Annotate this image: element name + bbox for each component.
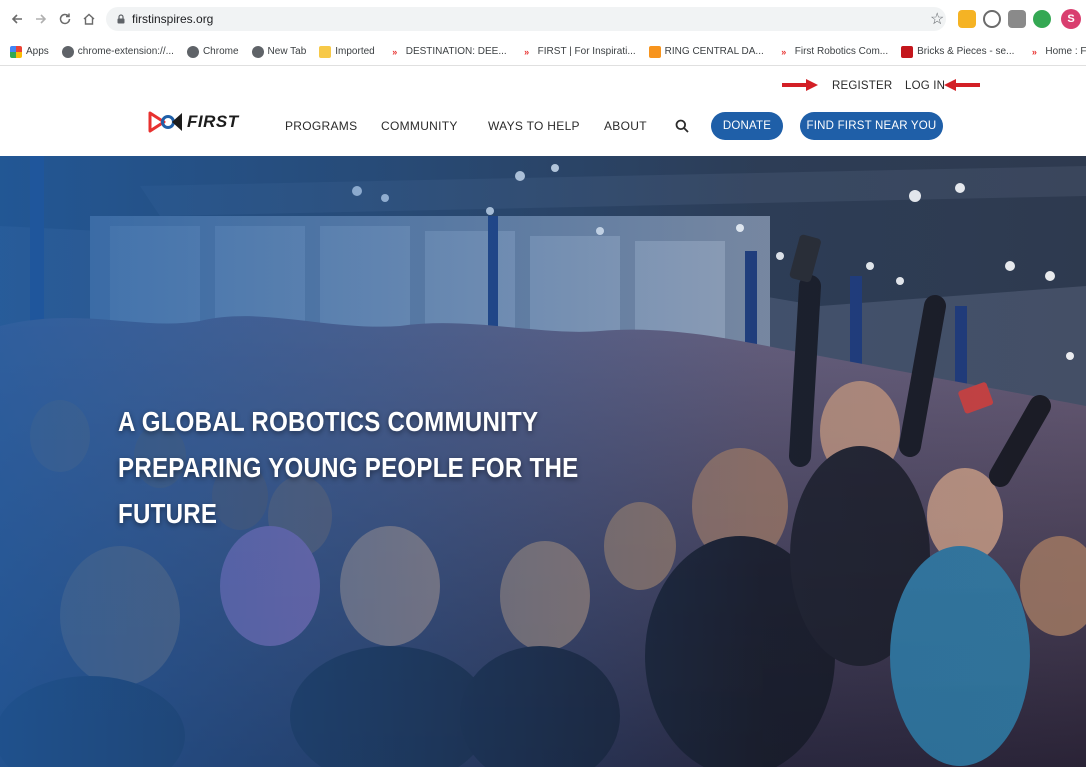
bookmark-label: RING CENTRAL DA... xyxy=(664,46,764,57)
site-header: REGISTER LOG IN FIRST PROGRAMS COMMUNITY… xyxy=(0,67,1086,156)
address-bar[interactable]: firstinspires.org xyxy=(106,7,946,31)
first-logo[interactable]: FIRST xyxy=(147,105,239,139)
folder-icon xyxy=(319,45,332,58)
bookmark-label: DESTINATION: DEE... xyxy=(405,46,507,57)
bookmark-item[interactable]: » DESTINATION: DEE... xyxy=(387,45,507,58)
hero-banner: A GLOBAL ROBOTICS COMMUNITY PREPARING YO… xyxy=(0,156,1086,767)
ring-icon xyxy=(648,45,661,58)
nav-programs[interactable]: PROGRAMS xyxy=(285,119,357,133)
hero-headline: A GLOBAL ROBOTICS COMMUNITY PREPARING YO… xyxy=(118,399,579,537)
bookmark-label: Imported xyxy=(335,46,375,57)
globe-icon xyxy=(186,45,199,58)
bookmark-item[interactable]: Apps xyxy=(10,45,49,58)
nav-ways-to-help[interactable]: WAYS TO HELP xyxy=(488,119,580,133)
home-icon[interactable] xyxy=(78,8,100,30)
find-first-near-you-button[interactable]: FIND FIRST NEAR YOU xyxy=(800,112,943,140)
reload-icon[interactable] xyxy=(54,8,76,30)
first-logo-mark-icon xyxy=(148,111,182,133)
bookmark-item[interactable]: Chrome xyxy=(186,45,239,58)
hero-line: PREPARING YOUNG PEOPLE FOR THE xyxy=(118,452,579,483)
apps-grid-icon xyxy=(10,45,22,58)
url-text: firstinspires.org xyxy=(132,12,214,26)
nav-about[interactable]: ABOUT xyxy=(604,119,647,133)
arrow-left-icon xyxy=(944,79,980,91)
search-icon[interactable] xyxy=(675,119,689,133)
browser-toolbar: firstinspires.org ☆ S xyxy=(0,0,1086,38)
first-logo-icon: » xyxy=(519,45,534,58)
bookmark-item[interactable]: chrome-extension://... xyxy=(61,45,174,58)
bookmark-item[interactable]: RING CENTRAL DA... xyxy=(648,45,764,58)
first-logo-icon: » xyxy=(776,45,791,58)
bookmark-label: chrome-extension://... xyxy=(77,46,174,57)
hero-line: FUTURE xyxy=(118,498,218,529)
red-square-icon xyxy=(901,45,914,58)
back-icon[interactable] xyxy=(6,8,28,30)
nav-community[interactable]: COMMUNITY xyxy=(381,119,458,133)
extension-circle-icon[interactable] xyxy=(983,10,1001,28)
bookmark-item[interactable]: New Tab xyxy=(251,45,307,58)
bookmark-item[interactable]: »Home : FRC Event... xyxy=(1027,45,1086,58)
bookmark-item[interactable]: » First Robotics Com... xyxy=(776,45,889,58)
bookmark-item[interactable]: » FIRST | For Inspirati... xyxy=(519,45,636,58)
bookmark-item[interactable]: Imported xyxy=(319,45,375,58)
globe-icon xyxy=(251,45,264,58)
bookmark-label: FIRST | For Inspirati... xyxy=(537,46,636,57)
profile-avatar[interactable]: S xyxy=(1061,9,1081,29)
bookmark-item[interactable]: Bricks & Pieces - se... xyxy=(901,45,1015,58)
arrow-right-icon xyxy=(782,79,818,91)
register-link[interactable]: REGISTER xyxy=(832,80,892,92)
bookmark-label: Chrome xyxy=(202,46,239,57)
extension-green-icon[interactable] xyxy=(1033,10,1051,28)
hero-line: A GLOBAL ROBOTICS COMMUNITY xyxy=(118,406,539,437)
bookmarks-bar: Apps chrome-extension://... Chrome New Tab I… xyxy=(0,38,1086,66)
bookmark-label: Apps xyxy=(26,46,49,57)
bookmark-star-icon[interactable]: ☆ xyxy=(930,9,944,29)
lock-icon xyxy=(117,14,125,24)
donate-button[interactable]: DONATE xyxy=(711,112,783,140)
first-logo-icon: » xyxy=(1027,45,1042,58)
globe-icon xyxy=(61,45,74,58)
browser-window: firstinspires.org ☆ S Apps chrome-extensi… xyxy=(0,0,1086,767)
bookmark-label: Home : FRC Event... xyxy=(1045,46,1086,57)
logo-wordmark: FIRST xyxy=(187,112,239,131)
login-link[interactable]: LOG IN xyxy=(905,80,945,92)
bookmark-label: New Tab xyxy=(267,46,307,57)
first-logo-icon: » xyxy=(387,45,402,58)
forward-icon[interactable] xyxy=(30,8,52,30)
extension-honey-icon[interactable] xyxy=(958,10,976,28)
extension-grey-icon[interactable] xyxy=(1008,10,1026,28)
bookmark-label: First Robotics Com... xyxy=(794,46,889,57)
bookmark-label: Bricks & Pieces - se... xyxy=(917,46,1015,57)
